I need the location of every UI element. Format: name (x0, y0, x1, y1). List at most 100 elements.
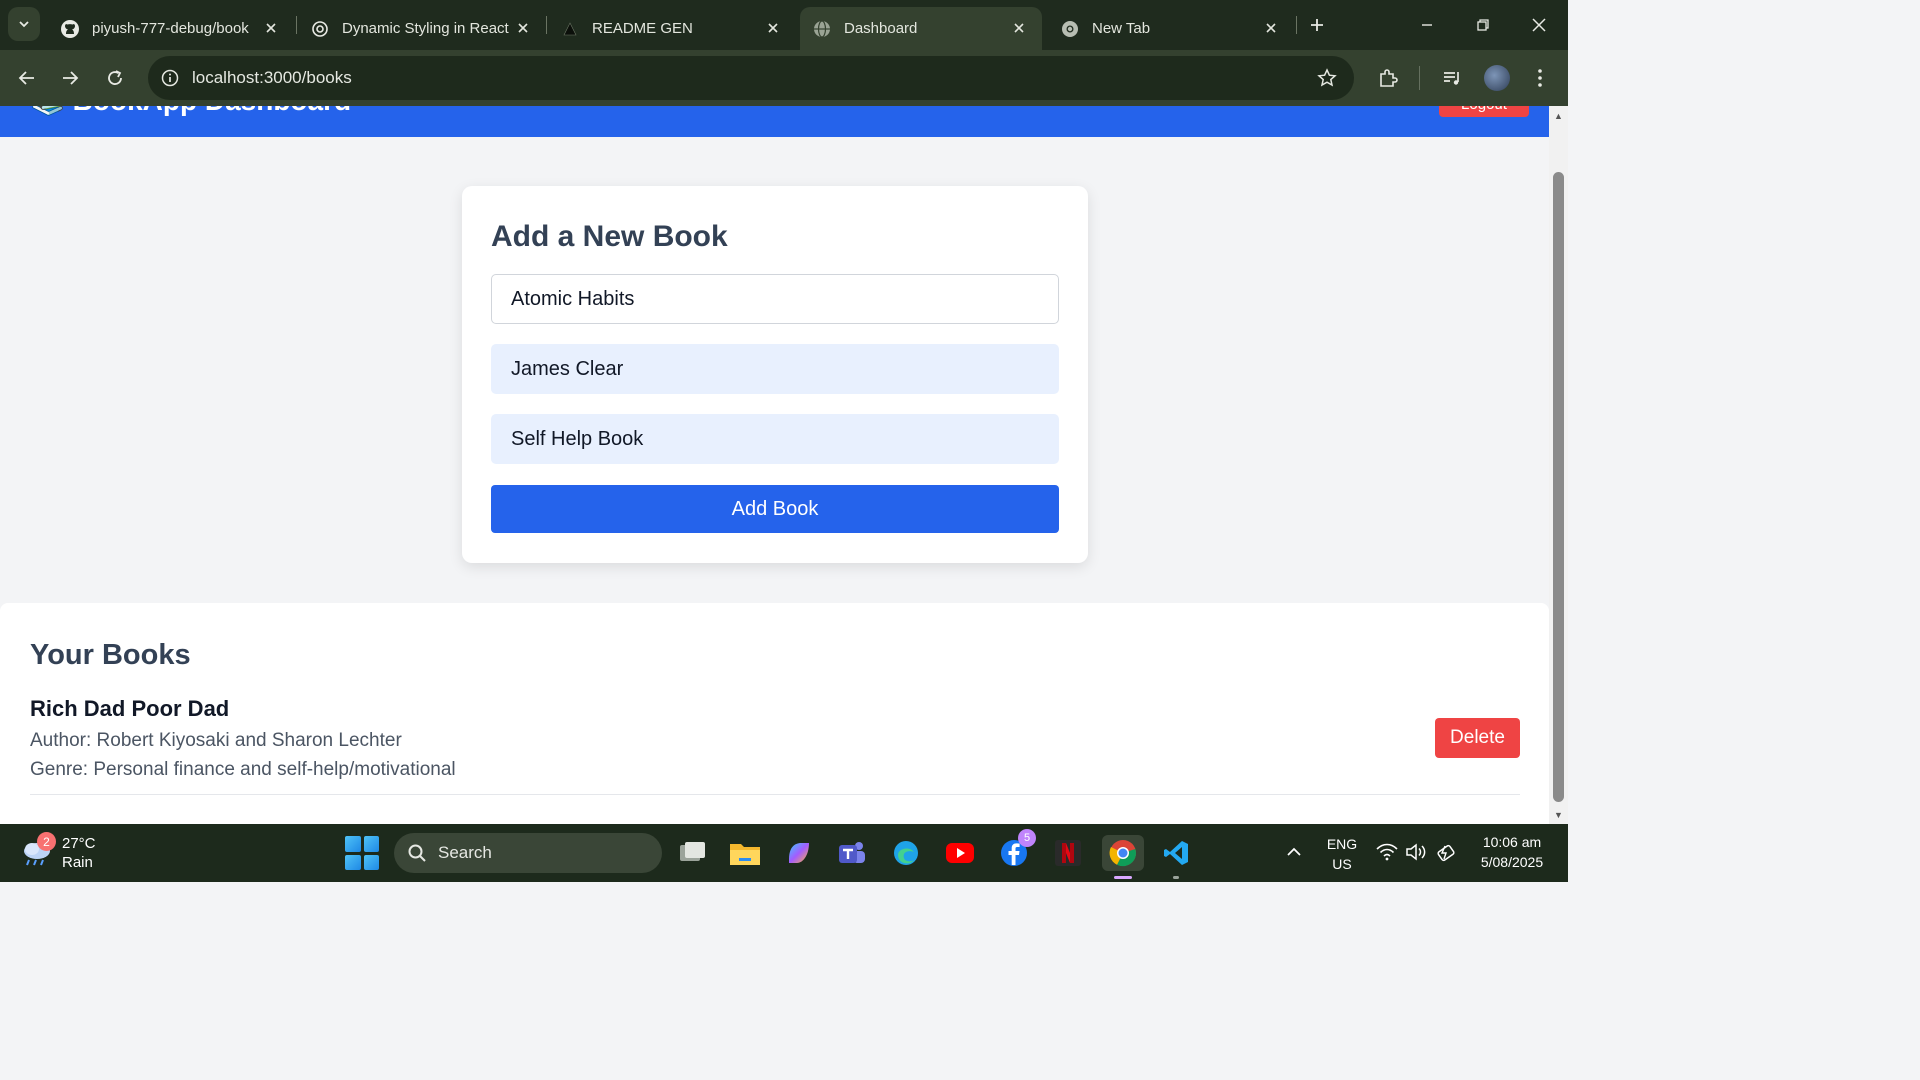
book-author-input[interactable] (491, 344, 1059, 394)
github-icon (60, 19, 80, 39)
system-clock[interactable]: 10:06 am 5/08/2025 (1464, 832, 1560, 872)
edge-button[interactable] (888, 835, 924, 871)
search-label: Search (438, 843, 492, 862)
tab-title: README GEN (592, 20, 693, 37)
task-view-icon (680, 842, 705, 861)
arrow-left-icon (18, 71, 34, 85)
windows-taskbar: 2 27°C Rain Search 5 ENG US 10:06 am 5/0… (0, 824, 1568, 882)
language-code: ENG (1326, 836, 1358, 852)
media-controls-button[interactable] (1438, 64, 1466, 92)
windows-logo-tile (363, 836, 379, 852)
book-genre-input[interactable] (491, 414, 1059, 464)
chrome-icon (1109, 840, 1136, 867)
folder-icon (730, 844, 760, 865)
netflix-button[interactable] (1050, 835, 1086, 871)
scroll-down-arrow-icon[interactable]: ▼ (1553, 809, 1564, 820)
task-view-button[interactable] (674, 835, 710, 871)
teams-button[interactable] (834, 835, 870, 871)
triangle-icon (560, 19, 580, 39)
tab-title: New Tab (1092, 20, 1151, 37)
region-code: US (1332, 856, 1352, 872)
language-indicator[interactable]: ENG US (1324, 834, 1360, 874)
page-scrollbar[interactable]: ▲ ▼ (1549, 106, 1568, 824)
start-button[interactable] (345, 836, 379, 870)
scroll-up-arrow-icon[interactable]: ▲ (1553, 110, 1564, 121)
tab-readme-gen[interactable]: README GEN (548, 7, 796, 50)
file-explorer-button[interactable] (727, 835, 763, 871)
tab-title: piyush-777-debug/book (92, 20, 249, 37)
scrollbar-thumb[interactable] (1553, 172, 1564, 802)
site-info-icon[interactable] (158, 66, 182, 90)
youtube-button[interactable] (942, 835, 978, 871)
tab-search-button[interactable] (8, 7, 40, 41)
close-icon[interactable] (1260, 17, 1282, 39)
weather-widget[interactable]: 2 27°C Rain (20, 832, 140, 874)
browser-menu-button[interactable] (1526, 64, 1554, 92)
tab-new-tab[interactable]: New Tab (1048, 7, 1294, 50)
books-heading: Your Books (30, 639, 191, 671)
delete-book-button[interactable]: Delete (1435, 718, 1520, 758)
tab-dashboard[interactable]: Dashboard (800, 7, 1042, 50)
address-bar[interactable]: localhost:3000/books (148, 56, 1354, 100)
app-header: 📚 BookApp Dashboard Logout (0, 106, 1549, 137)
copilot-icon (789, 843, 809, 863)
vscode-button[interactable] (1158, 835, 1194, 879)
tab-divider (546, 16, 547, 34)
forward-button[interactable] (54, 62, 86, 94)
profile-avatar[interactable] (1484, 65, 1510, 91)
taskbar-search[interactable]: Search (394, 833, 662, 873)
kebab-menu-icon (1538, 69, 1542, 87)
back-button[interactable] (11, 62, 43, 94)
netflix-icon (1055, 840, 1081, 866)
reload-button[interactable] (99, 62, 131, 94)
youtube-icon (946, 843, 974, 863)
vscode-icon (1164, 841, 1188, 865)
plus-icon (1311, 19, 1323, 31)
windows-logo-tile (345, 854, 361, 870)
tab-dynamic-styling[interactable]: Dynamic Styling in React (298, 7, 546, 50)
facebook-button[interactable]: 5 (996, 829, 1036, 871)
add-book-form: Add a New Book Add Book (462, 186, 1088, 563)
running-indicator (1114, 876, 1132, 879)
close-icon[interactable] (762, 17, 784, 39)
toolbar-divider (1419, 66, 1420, 90)
chevron-down-icon (19, 21, 29, 28)
tab-github[interactable]: piyush-777-debug/book (48, 7, 294, 50)
close-icon[interactable] (512, 17, 534, 39)
new-tab-button[interactable] (1304, 12, 1330, 38)
minimize-button[interactable] (1412, 10, 1442, 40)
weather-badge: 2 (37, 832, 56, 851)
close-icon[interactable] (260, 17, 282, 39)
reload-icon (108, 70, 122, 85)
globe-icon (812, 19, 832, 39)
url-text: localhost:3000/books (192, 68, 352, 87)
puzzle-icon (1380, 69, 1398, 87)
clock-time: 10:06 am (1482, 834, 1542, 850)
book-list-item: Rich Dad Poor Dad Author: Robert Kiyosak… (30, 693, 1520, 795)
show-hidden-icons-button[interactable] (1282, 840, 1306, 864)
books-list-section: Your Books Rich Dad Poor Dad Author: Rob… (0, 603, 1549, 824)
form-heading: Add a New Book (491, 220, 728, 253)
book-title-input[interactable] (491, 274, 1059, 324)
restore-icon (1477, 19, 1489, 31)
chrome-taskbar-button[interactable] (1102, 835, 1144, 879)
battery-charging-icon[interactable] (1435, 841, 1457, 863)
close-icon[interactable] (1008, 17, 1030, 39)
book-genre: Genre: Personal finance and self-help/mo… (30, 759, 456, 780)
clock-date: 5/08/2025 (1480, 854, 1544, 870)
running-indicator (1173, 876, 1179, 879)
close-window-button[interactable] (1524, 10, 1554, 40)
chrome-icon (1060, 19, 1080, 39)
volume-icon[interactable] (1405, 841, 1427, 863)
weather-temperature: 27°C (62, 835, 96, 852)
windows-logo-tile (363, 854, 379, 870)
add-book-button[interactable]: Add Book (491, 485, 1059, 533)
copilot-button[interactable] (781, 835, 817, 871)
tab-title: Dashboard (844, 20, 918, 37)
restore-button[interactable] (1468, 10, 1498, 40)
bookmark-star-icon[interactable] (1316, 67, 1338, 89)
extensions-button[interactable] (1374, 64, 1402, 92)
windows-logo-tile (345, 836, 361, 852)
wifi-icon[interactable] (1376, 841, 1398, 863)
logout-button[interactable]: Logout (1439, 106, 1529, 117)
